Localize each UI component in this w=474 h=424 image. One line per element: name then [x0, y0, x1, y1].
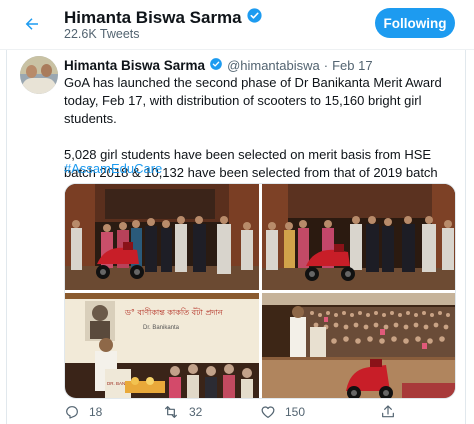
photo-stage-2[interactable]	[262, 184, 455, 290]
tweet-actions: 18 32 150	[64, 404, 454, 424]
retweet-count: 32	[189, 405, 203, 419]
following-button[interactable]: Following	[375, 8, 455, 38]
tweet-handle[interactable]: @himantabiswa	[227, 58, 320, 73]
heart-icon	[261, 406, 275, 418]
profile-header: Himanta Biswa Sarma 22.6K Tweets Followi…	[0, 0, 474, 50]
reply-button[interactable]: 18	[64, 404, 102, 420]
verified-badge-icon	[246, 7, 263, 29]
tweet-paragraph-1: GoA has launched the second phase of Dr …	[64, 75, 442, 126]
photo-auditorium[interactable]	[262, 293, 455, 398]
reply-count: 18	[89, 405, 103, 419]
timeline-border-right	[465, 50, 466, 424]
tweet-date[interactable]: Feb 17	[332, 58, 372, 73]
profile-title: Himanta Biswa Sarma	[64, 7, 263, 29]
tweet-media-grid: ড° বাণীকান্ত কাকতি বঁটা প্ৰদান Dr. Banik…	[64, 183, 456, 399]
arrow-left-icon	[25, 18, 38, 30]
reply-icon	[66, 406, 78, 419]
like-count: 150	[285, 405, 306, 419]
tweet-author-name[interactable]: Himanta Biswa Sarma	[64, 58, 205, 73]
separator-dot: ·	[323, 58, 329, 73]
photo-speaker[interactable]: ড° বাণীকান্ত কাকতি বঁটা প্ৰদান Dr. Banik…	[65, 293, 259, 398]
timeline-border-left	[6, 50, 7, 424]
verified-badge-icon	[209, 57, 223, 74]
avatar[interactable]	[20, 56, 58, 94]
profile-name: Himanta Biswa Sarma	[64, 8, 242, 27]
share-button[interactable]	[380, 404, 396, 420]
tweet-header: Himanta Biswa Sarma @himantabiswa · Feb …	[64, 57, 373, 74]
share-icon	[382, 405, 394, 418]
banner-text: ড° বাণীকান্ত কাকতি বঁটা প্ৰদান	[124, 307, 223, 317]
retweet-icon	[165, 406, 177, 418]
tweet-count: 22.6K Tweets	[64, 27, 140, 41]
hashtag-link[interactable]: #AssamEduCare	[64, 161, 162, 176]
banner-subtext: Dr. Banikanta	[143, 325, 180, 331]
like-button[interactable]: 150	[260, 404, 305, 420]
retweet-button[interactable]: 32	[162, 404, 202, 420]
back-button[interactable]	[18, 10, 46, 38]
photo-stage-1[interactable]	[65, 184, 259, 290]
